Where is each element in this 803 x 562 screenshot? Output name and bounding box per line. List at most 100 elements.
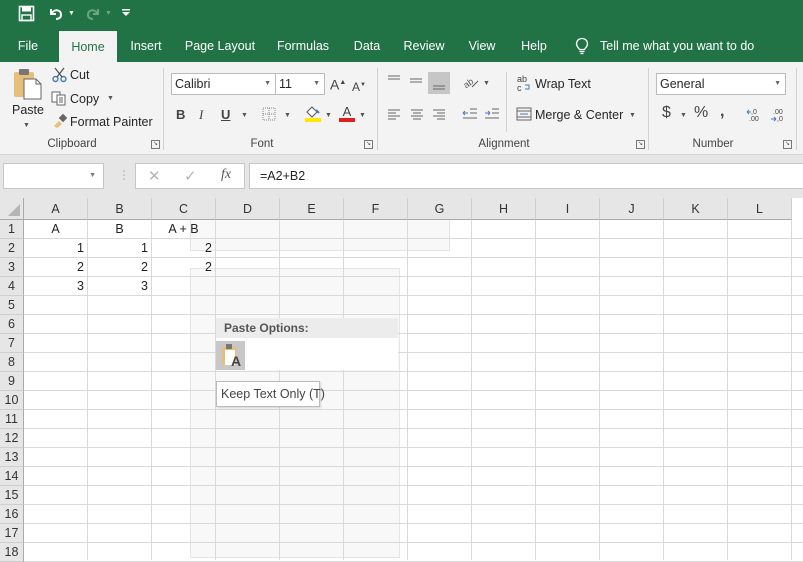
cell-b4[interactable]: 3 bbox=[88, 277, 151, 296]
column-header-i[interactable]: I bbox=[536, 198, 600, 220]
cell-c3[interactable]: 2 bbox=[152, 258, 215, 277]
font-name-select[interactable]: Calibri ▼ bbox=[171, 73, 276, 95]
tab-home[interactable]: Home bbox=[59, 31, 117, 62]
underline-dropdown-icon[interactable]: ▼ bbox=[241, 112, 248, 119]
column-header-d[interactable]: D bbox=[216, 198, 280, 220]
row-header-10[interactable]: 10 bbox=[0, 391, 24, 410]
alignment-launcher-icon[interactable]: ↘ bbox=[636, 140, 645, 149]
column-header-b[interactable]: B bbox=[88, 198, 152, 220]
borders-icon[interactable] bbox=[262, 107, 276, 124]
save-icon[interactable] bbox=[18, 5, 35, 27]
tab-file[interactable]: File bbox=[8, 30, 48, 62]
cell-b2[interactable]: 1 bbox=[88, 239, 151, 258]
row-header-13[interactable]: 13 bbox=[0, 448, 24, 467]
copy-dropdown-icon[interactable]: ▼ bbox=[107, 95, 114, 102]
column-header-e[interactable]: E bbox=[280, 198, 344, 220]
align-right-icon[interactable] bbox=[432, 108, 446, 123]
column-header-k[interactable]: K bbox=[664, 198, 728, 220]
increase-font-size-icon[interactable]: A▲ bbox=[330, 75, 346, 93]
undo-dropdown-icon[interactable]: ▼ bbox=[68, 10, 75, 17]
orientation-icon[interactable]: ab bbox=[461, 74, 480, 93]
cell-c1[interactable]: A + B bbox=[152, 220, 215, 239]
column-header-f[interactable]: F bbox=[344, 198, 408, 220]
row-header-11[interactable]: 11 bbox=[0, 410, 24, 429]
formula-bar-grip-icon[interactable]: ⋮ bbox=[118, 168, 130, 182]
cancel-icon[interactable]: ✕ bbox=[148, 167, 161, 185]
cell-a1[interactable]: A bbox=[24, 220, 87, 239]
insert-function-icon[interactable]: fx bbox=[221, 167, 231, 183]
undo-icon[interactable] bbox=[47, 5, 65, 27]
row-header-15[interactable]: 15 bbox=[0, 486, 24, 505]
column-header-c[interactable]: C bbox=[152, 198, 216, 220]
row-header-7[interactable]: 7 bbox=[0, 334, 24, 353]
tab-view[interactable]: View bbox=[463, 30, 501, 62]
cell-b3[interactable]: 2 bbox=[88, 258, 151, 277]
bold-button[interactable]: B bbox=[176, 107, 185, 123]
fill-color-dropdown-icon[interactable]: ▼ bbox=[325, 112, 332, 119]
bottom-align-button[interactable] bbox=[428, 72, 450, 94]
decrease-font-size-icon[interactable]: A▼ bbox=[352, 77, 366, 95]
row-header-16[interactable]: 16 bbox=[0, 505, 24, 524]
increase-decimal-icon[interactable]: ,0.00 bbox=[746, 107, 762, 126]
row-header-5[interactable]: 5 bbox=[0, 296, 24, 315]
align-left-icon[interactable] bbox=[387, 108, 401, 123]
column-header-g[interactable]: G bbox=[408, 198, 472, 220]
lightbulb-icon[interactable] bbox=[575, 37, 589, 58]
keep-text-only-button[interactable]: A bbox=[216, 341, 245, 370]
middle-align-icon[interactable] bbox=[409, 74, 423, 89]
column-header-h[interactable]: H bbox=[472, 198, 536, 220]
fill-color-icon[interactable] bbox=[304, 104, 322, 125]
merge-center-button[interactable]: Merge & Center bbox=[535, 108, 623, 122]
tab-formulas[interactable]: Formulas bbox=[272, 30, 334, 62]
name-box-dropdown-icon[interactable]: ▼ bbox=[89, 172, 96, 179]
row-header-2[interactable]: 2 bbox=[0, 239, 24, 258]
enter-icon[interactable]: ✓ bbox=[184, 167, 197, 185]
paste-icon[interactable] bbox=[13, 68, 43, 103]
clipboard-launcher-icon[interactable]: ↘ bbox=[151, 140, 160, 149]
row-header-9[interactable]: 9 bbox=[0, 372, 24, 391]
column-header-a[interactable]: A bbox=[24, 198, 88, 220]
paste-button[interactable]: Paste bbox=[12, 103, 44, 117]
borders-dropdown-icon[interactable]: ▼ bbox=[284, 112, 291, 119]
column-header-l[interactable]: L bbox=[728, 198, 792, 220]
cell-c2[interactable]: 2 bbox=[152, 239, 215, 258]
decrease-indent-icon[interactable] bbox=[462, 107, 478, 124]
copy-button[interactable]: Copy bbox=[70, 92, 99, 106]
number-format-select[interactable]: General ▼ bbox=[656, 73, 786, 95]
underline-button[interactable]: U bbox=[221, 107, 230, 123]
tab-data[interactable]: Data bbox=[349, 30, 385, 62]
font-launcher-icon[interactable]: ↘ bbox=[364, 140, 373, 149]
number-launcher-icon[interactable]: ↘ bbox=[783, 140, 792, 149]
font-size-select[interactable]: 11 ▼ bbox=[275, 73, 325, 95]
paste-dropdown-icon[interactable]: ▼ bbox=[23, 122, 30, 129]
cell-a3[interactable]: 2 bbox=[24, 258, 87, 277]
decrease-decimal-icon[interactable]: .00,0 bbox=[770, 107, 786, 126]
row-header-17[interactable]: 17 bbox=[0, 524, 24, 543]
tell-me-search[interactable]: Tell me what you want to do bbox=[600, 30, 755, 62]
row-header-1[interactable]: 1 bbox=[0, 220, 24, 239]
format-painter-button[interactable]: Format Painter bbox=[70, 115, 153, 129]
name-box[interactable]: ▼ bbox=[3, 163, 104, 189]
tab-review[interactable]: Review bbox=[400, 30, 448, 62]
cell-b1[interactable]: B bbox=[88, 220, 151, 239]
wrap-text-button[interactable]: Wrap Text bbox=[535, 77, 591, 91]
row-header-8[interactable]: 8 bbox=[0, 353, 24, 372]
top-align-icon[interactable] bbox=[387, 74, 401, 89]
currency-dropdown-icon[interactable]: ▼ bbox=[680, 112, 687, 119]
row-header-6[interactable]: 6 bbox=[0, 315, 24, 334]
formula-input[interactable]: =A2+B2 bbox=[249, 163, 803, 189]
tab-page-layout[interactable]: Page Layout bbox=[181, 30, 259, 62]
row-header-4[interactable]: 4 bbox=[0, 277, 24, 296]
row-header-14[interactable]: 14 bbox=[0, 467, 24, 486]
italic-button[interactable]: I bbox=[199, 107, 203, 123]
tab-insert[interactable]: Insert bbox=[124, 30, 168, 62]
cell-a2[interactable]: 1 bbox=[24, 239, 87, 258]
percent-button[interactable]: % bbox=[694, 105, 708, 121]
customize-qat-icon[interactable] bbox=[122, 6, 130, 24]
select-all-button[interactable] bbox=[0, 198, 24, 220]
increase-indent-icon[interactable] bbox=[484, 107, 500, 124]
cell-a4[interactable]: 3 bbox=[24, 277, 87, 296]
font-color-dropdown-icon[interactable]: ▼ bbox=[359, 112, 366, 119]
currency-button[interactable]: $ bbox=[662, 105, 671, 121]
comma-style-button[interactable]: , bbox=[720, 104, 724, 120]
